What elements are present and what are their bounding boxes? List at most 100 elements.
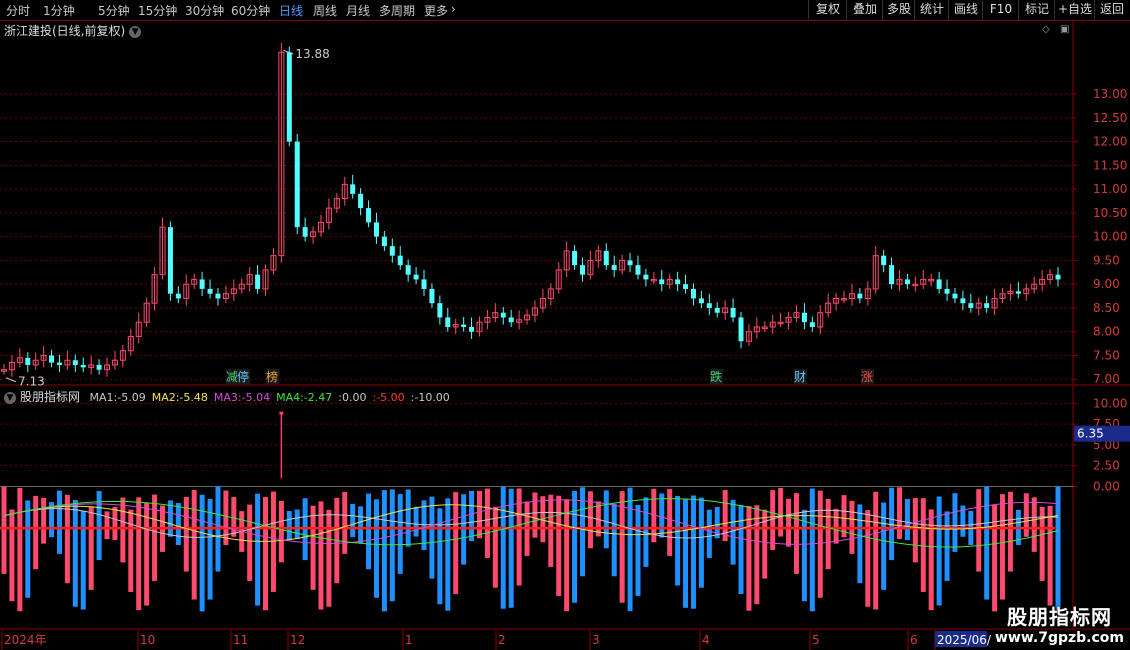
candle-body xyxy=(738,317,744,342)
candle-body xyxy=(429,288,435,304)
period-tab-15min[interactable]: 15分钟 xyxy=(138,2,177,19)
indicator-bar xyxy=(445,498,451,611)
period-tab-monthly[interactable]: 月线 xyxy=(346,2,370,19)
indicator-bar xyxy=(936,496,942,606)
candle-body xyxy=(968,303,974,308)
indicator-bar xyxy=(897,487,903,540)
candle-body xyxy=(25,357,31,365)
watermark-url: www.7gpzb.com xyxy=(994,630,1124,646)
indicator-bar xyxy=(453,492,459,594)
candle-body xyxy=(984,303,990,308)
period-tab-5min[interactable]: 5分钟 xyxy=(98,2,130,19)
indicator-bar xyxy=(825,498,831,570)
candle-body xyxy=(175,293,181,299)
period-tab-60min[interactable]: 60分钟 xyxy=(231,2,270,19)
indicator-bar xyxy=(881,502,887,590)
more-chevron-icon[interactable]: › xyxy=(451,2,456,16)
x-axis-label: 2 xyxy=(498,633,506,647)
indicator-value-4: :0.00 xyxy=(338,391,367,404)
price-tick-label: 7.50 xyxy=(1093,348,1120,362)
tool-add-watchlist-button[interactable]: +自选 xyxy=(1054,0,1095,19)
indicator-bar xyxy=(833,508,839,544)
price-tick-label: 9.50 xyxy=(1093,253,1120,267)
indicator-bar xyxy=(572,490,578,603)
indicator-bar xyxy=(619,491,625,603)
candle-body xyxy=(255,274,261,289)
x-axis-label: 10 xyxy=(140,633,155,647)
indicator-bar xyxy=(857,504,863,584)
indicator-value-1: MA2:-5.48 xyxy=(151,391,208,404)
period-tab-fenshi[interactable]: 分时 xyxy=(6,2,30,19)
candle-body xyxy=(413,274,419,280)
indicator-bar xyxy=(175,503,181,546)
period-tab-daily[interactable]: 日线 xyxy=(279,2,303,19)
candle-body xyxy=(445,317,451,327)
indicator-bar xyxy=(1,486,7,574)
indicator-dropdown-icon[interactable]: ▼ xyxy=(4,392,16,404)
indicator-bar xyxy=(80,510,86,610)
indicator-bar xyxy=(738,504,744,594)
candle-body xyxy=(904,279,910,285)
price-tick-label: 9.00 xyxy=(1093,277,1120,291)
tool-overlay-button[interactable]: 叠加 xyxy=(846,0,883,19)
indicator-spike-cap xyxy=(279,411,284,415)
candle-body xyxy=(572,250,578,266)
indicator-bar xyxy=(532,492,538,538)
tool-draw-line-button[interactable]: 画线 xyxy=(948,0,983,19)
period-tab-more[interactable]: 更多 xyxy=(424,2,448,19)
candle-body xyxy=(690,288,696,299)
indicator-bar xyxy=(469,490,475,542)
indicator-bar xyxy=(231,497,237,537)
period-tab-weekly[interactable]: 周线 xyxy=(313,2,337,19)
candle-body xyxy=(889,265,895,285)
title-dropdown-icon[interactable]: ▼ xyxy=(129,25,142,38)
panel-toggle-icon[interactable]: ▣ xyxy=(1060,24,1069,35)
stock-chart-canvas[interactable]: 13.0012.5012.0011.5011.0010.5010.009.509… xyxy=(0,20,1130,650)
indicator-value-3: MA4:-2.47 xyxy=(276,391,333,404)
tool-statistics-button[interactable]: 统计 xyxy=(914,0,949,19)
indicator-bar xyxy=(817,490,823,598)
top-toolbar: 分时 1分钟 5分钟 15分钟 30分钟 60分钟 日线 周线 月线 多周期 更… xyxy=(0,0,1130,21)
indicator-bar xyxy=(294,509,300,540)
candle-body xyxy=(167,227,173,294)
indicator-bar xyxy=(25,500,31,598)
candle-body xyxy=(56,362,62,365)
candle-body xyxy=(659,279,665,285)
indicator-bar xyxy=(413,506,419,537)
tool-mark-button[interactable]: 标记 xyxy=(1018,0,1055,19)
indicator-bar xyxy=(508,488,514,608)
price-tick-label: 8.50 xyxy=(1093,301,1120,315)
tool-multi-stock-button[interactable]: 多股 xyxy=(882,0,915,19)
indicator-bar xyxy=(41,497,47,544)
tool-f10-button[interactable]: F10 xyxy=(982,0,1019,19)
candle-body xyxy=(603,250,609,266)
tool-restore-rights-button[interactable]: 复权 xyxy=(808,0,847,19)
indicator-bar xyxy=(405,489,411,547)
period-tab-multi[interactable]: 多周期 xyxy=(379,2,415,19)
price-tick-label: 13.00 xyxy=(1093,87,1127,101)
indicator-bar xyxy=(809,488,815,612)
candle-body xyxy=(358,193,364,209)
indicator-bar xyxy=(627,487,633,612)
watermark-title: 股朋指标网 xyxy=(1006,605,1112,629)
candle-body xyxy=(397,255,403,266)
indicator-bar xyxy=(564,499,570,612)
tool-back-button[interactable]: 返回 xyxy=(1094,0,1129,19)
indicator-bar xyxy=(952,493,958,552)
candle-body xyxy=(72,360,78,365)
candle-body xyxy=(207,288,213,294)
candle-body xyxy=(714,307,720,313)
candle-body xyxy=(944,288,950,294)
event-marker: 停 xyxy=(237,369,249,384)
indicator-bar xyxy=(801,509,807,602)
indicator-value-0: MA1:-5.09 xyxy=(89,391,146,404)
period-tab-30min[interactable]: 30分钟 xyxy=(185,2,224,19)
period-tab-1min[interactable]: 1分钟 xyxy=(43,2,75,19)
indicator-bar xyxy=(429,496,435,579)
indicator-bar xyxy=(770,490,776,551)
indicator-values: MA1:-5.09 MA2:-5.48 MA3:-5.04 MA4:-2.47:0.0… xyxy=(90,391,456,404)
diamond-icon[interactable]: ◇ xyxy=(1042,24,1050,35)
indicator-bar xyxy=(675,495,681,586)
candle-body xyxy=(302,227,308,237)
price-tick-label: 12.50 xyxy=(1093,111,1127,125)
